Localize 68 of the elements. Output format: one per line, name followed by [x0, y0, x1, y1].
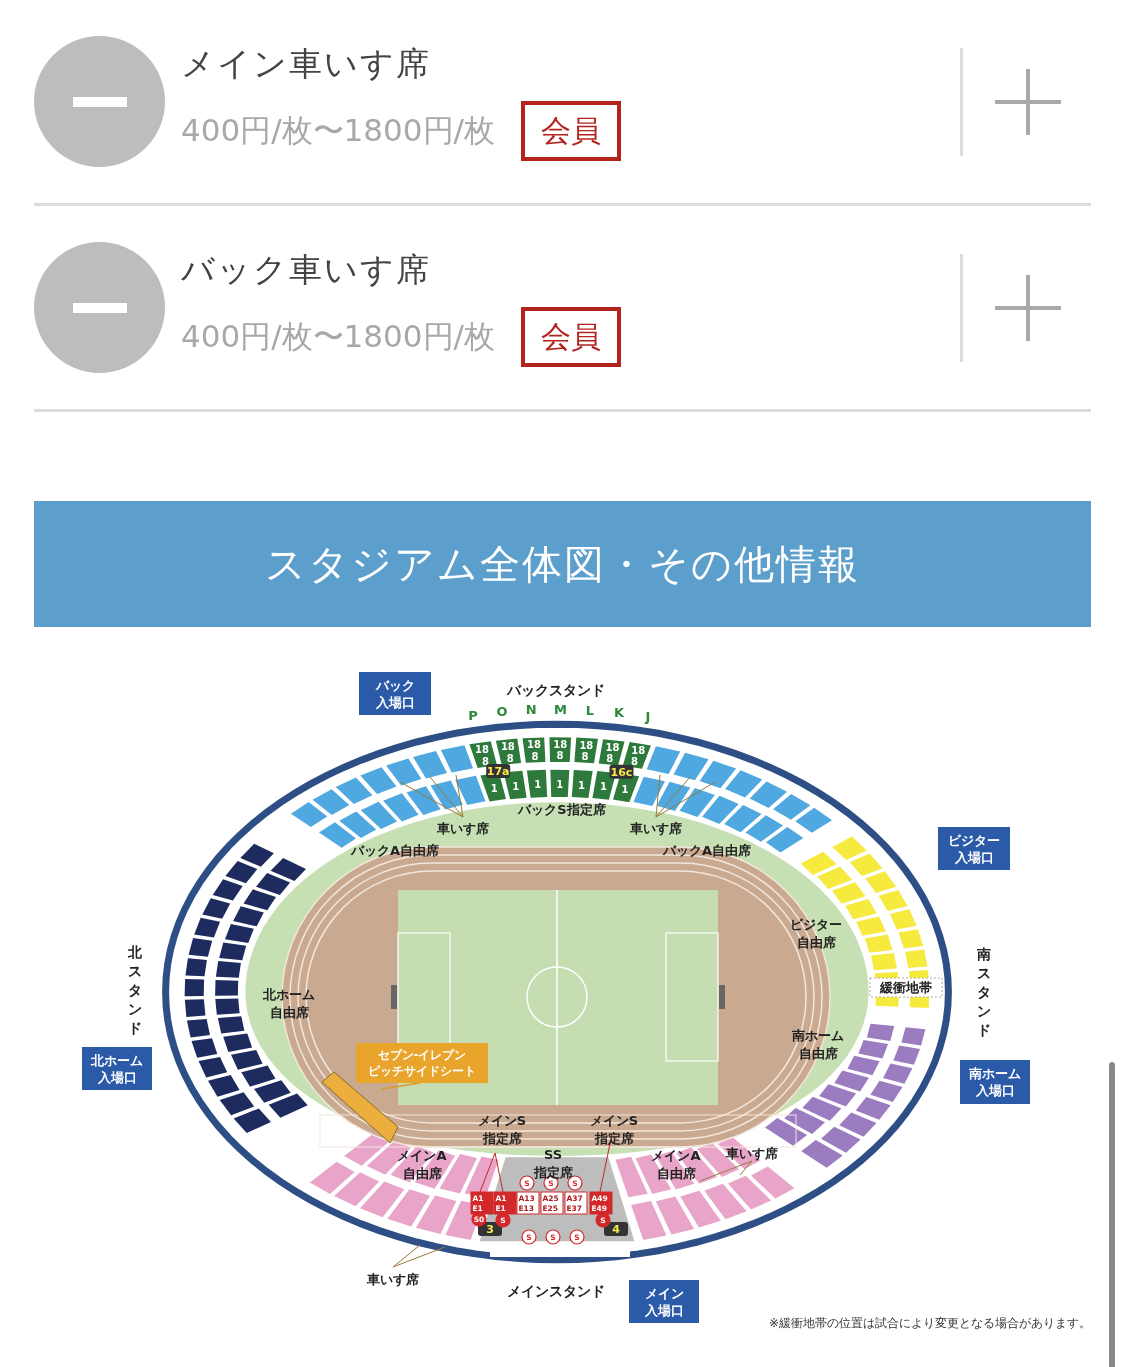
- member-badge: 会員: [520, 101, 621, 161]
- block-letter: K: [614, 705, 625, 721]
- area-label: 車いす席: [726, 1146, 778, 1161]
- block-letter: P: [468, 707, 478, 723]
- block-letter: M: [554, 701, 567, 717]
- increment-button[interactable]: [995, 68, 1061, 135]
- row-number: 1: [512, 780, 520, 792]
- entrance-sign: ビジター 入場口: [938, 827, 1010, 870]
- entrance-sign: 南ホーム 入場口: [960, 1060, 1030, 1104]
- block-letter: J: [645, 708, 651, 724]
- stand-label: バックスタンド: [507, 682, 605, 698]
- area-label: 車いす席: [367, 1272, 419, 1287]
- seat-type-name: メイン車いす席: [181, 43, 432, 85]
- section-header: スタジアム全体図・その他情報: [34, 501, 1091, 627]
- row-number: 1: [621, 784, 629, 796]
- entrance-sign: バック 入場口: [359, 672, 431, 715]
- area-label: バックA自由席: [350, 843, 440, 858]
- row-number: 1: [578, 779, 586, 791]
- area-label: メインA 自由席: [651, 1148, 701, 1181]
- area-label: ビジター 自由席: [790, 917, 842, 950]
- gate-number: 4: [604, 1222, 628, 1236]
- row-number: 8: [581, 751, 589, 763]
- increment-button[interactable]: [995, 274, 1061, 341]
- area-label: 車いす席: [437, 821, 489, 836]
- block-letter: O: [496, 704, 508, 720]
- price-range: 400円/枚〜1800円/枚: [181, 111, 495, 150]
- row-number: 1: [490, 783, 498, 795]
- row-number: 18: [500, 741, 515, 752]
- stand-label: メインスタンド: [507, 1283, 605, 1299]
- row-number: 18: [527, 739, 541, 751]
- minus-icon: [72, 96, 127, 107]
- area-label: 南ホーム 自由席: [792, 1028, 844, 1061]
- row-number: 8: [506, 752, 514, 764]
- stand-label: 南スタンド: [977, 946, 991, 1038]
- row-number: 1: [599, 781, 607, 793]
- row-number: 1: [556, 779, 564, 790]
- plus-icon: [995, 68, 1061, 135]
- row-number: 18: [605, 741, 620, 753]
- pitchside-seat-sign: セブン-イレブン ピッチサイドシート: [356, 1043, 488, 1083]
- map-note: ※緩衝地帯の位置は試合により変更となる場合があります。: [768, 1316, 1092, 1330]
- entrance-sign: 北ホーム 入場口: [82, 1047, 152, 1090]
- row-number: 1: [534, 779, 542, 791]
- buffer-zone-label: 緩衝地帯: [869, 977, 943, 998]
- price-range: 400円/枚〜1800円/枚: [181, 317, 495, 356]
- entrance-sign: メイン 入場口: [629, 1280, 699, 1323]
- stand-label: 北スタンド: [128, 944, 142, 1036]
- area-label: メインS 指定席: [477, 1113, 527, 1146]
- area-label: 車いす席: [630, 821, 682, 836]
- row-number: 18: [579, 739, 594, 751]
- leader-line: [381, 1082, 421, 1090]
- area-label: バックS指定席: [518, 802, 606, 817]
- row-number: 8: [606, 753, 614, 765]
- row-number: 18: [553, 738, 568, 750]
- area-label: メインA 自由席: [397, 1148, 447, 1181]
- member-badge: 会員: [520, 307, 621, 367]
- area-label: 北ホーム 自由席: [263, 987, 315, 1020]
- row-number: 8: [531, 750, 539, 762]
- row-number: 18: [475, 744, 489, 756]
- block-letter: N: [525, 702, 537, 718]
- area-label: バックA自由席: [662, 843, 752, 858]
- row-number: 18: [631, 745, 646, 756]
- minus-icon: [72, 302, 127, 313]
- block-letter: L: [585, 702, 595, 718]
- seat-type-name: バック車いす席: [181, 249, 432, 291]
- area-label: メインS 指定席: [589, 1113, 639, 1146]
- row-number: 8: [482, 755, 489, 767]
- row-number: 8: [556, 750, 564, 762]
- plus-icon: [995, 274, 1061, 341]
